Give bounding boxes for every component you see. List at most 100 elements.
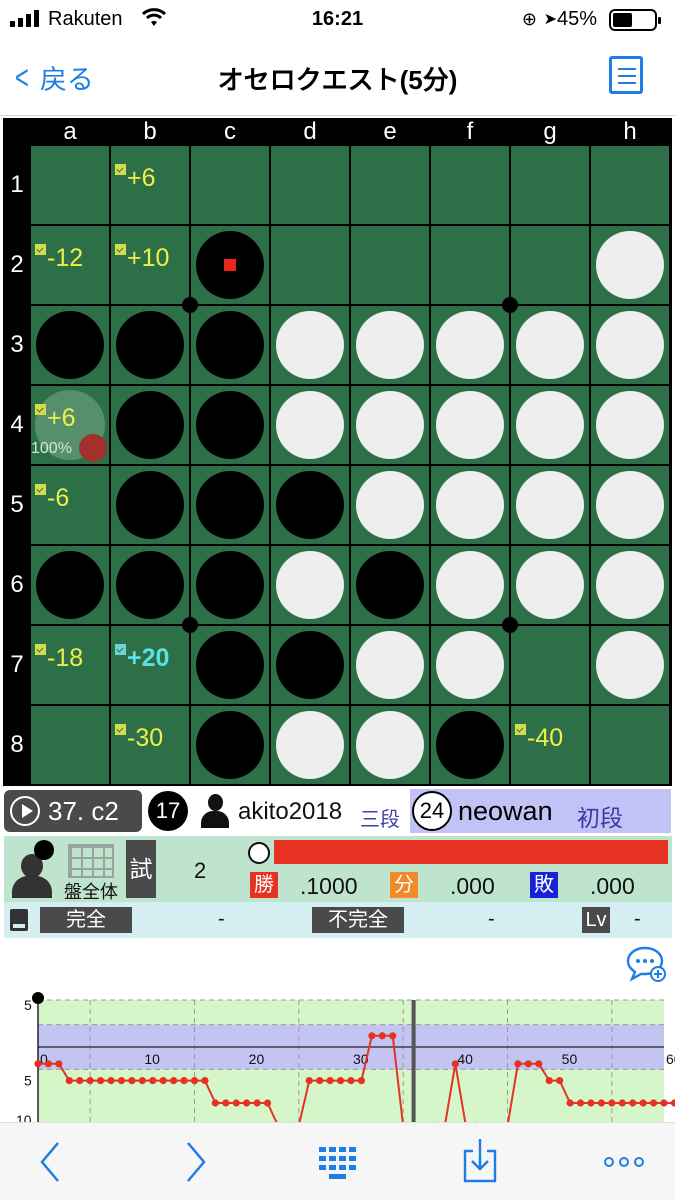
board-cell-d1[interactable] — [271, 146, 349, 224]
more-icon[interactable] — [602, 1123, 646, 1200]
board-cell-e3[interactable] — [351, 306, 429, 384]
notes-icon[interactable] — [609, 56, 643, 94]
board-cell-c8[interactable] — [191, 706, 269, 784]
board-cell-b6[interactable] — [111, 546, 189, 624]
board-cell-g7[interactable] — [511, 626, 589, 704]
board-cell-g6[interactable] — [511, 546, 589, 624]
board-cell-c4[interactable] — [191, 386, 269, 464]
board-cell-g4[interactable] — [511, 386, 589, 464]
board-cell-c2[interactable] — [191, 226, 269, 304]
try-button[interactable]: 試 — [126, 840, 156, 898]
board-cell-g1[interactable] — [511, 146, 589, 224]
board-cell-d3[interactable] — [271, 306, 349, 384]
board-cell-h2[interactable] — [591, 226, 669, 304]
board-cell-c1[interactable] — [191, 146, 269, 224]
book-icon[interactable] — [10, 909, 28, 931]
white-turn-icon — [248, 842, 270, 864]
board-cell-a8[interactable] — [31, 706, 109, 784]
board-cell-d8[interactable] — [271, 706, 349, 784]
board-cell-b2[interactable]: +10 — [111, 226, 189, 304]
board-cell-f4[interactable] — [431, 386, 509, 464]
board-cell-b3[interactable] — [111, 306, 189, 384]
board-cell-g5[interactable] — [511, 466, 589, 544]
board-cell-a6[interactable] — [31, 546, 109, 624]
board-cell-b5[interactable] — [111, 466, 189, 544]
board-cell-b4[interactable] — [111, 386, 189, 464]
board-cell-c5[interactable] — [191, 466, 269, 544]
board-cell-c6[interactable] — [191, 546, 269, 624]
board-cell-h6[interactable] — [591, 546, 669, 624]
board-cell-e7[interactable] — [351, 626, 429, 704]
board-cell-d2[interactable] — [271, 226, 349, 304]
data-point — [576, 1099, 585, 1107]
x-tick-label: 20 — [249, 1051, 265, 1067]
board-cell-f8[interactable] — [431, 706, 509, 784]
board-cell-h7[interactable] — [591, 626, 669, 704]
level-button[interactable]: Lv — [582, 907, 610, 933]
board-cell-f5[interactable] — [431, 466, 509, 544]
board-cell-g3[interactable] — [511, 306, 589, 384]
board-cell-a4[interactable]: +6 100% — [31, 386, 109, 464]
board-grid-icon[interactable] — [68, 844, 114, 878]
board-cell-d6[interactable] — [271, 546, 349, 624]
board-cell-h4[interactable] — [591, 386, 669, 464]
win-badge: 勝 — [250, 872, 278, 898]
board-cell-d5[interactable] — [271, 466, 349, 544]
chat-add-icon[interactable] — [626, 946, 666, 982]
board-cell-e5[interactable] — [351, 466, 429, 544]
data-point — [44, 1060, 53, 1068]
white-disc — [356, 711, 424, 779]
data-point — [263, 1099, 272, 1107]
board-cell-h1[interactable] — [591, 146, 669, 224]
data-point — [336, 1077, 345, 1085]
board-cell-f2[interactable] — [431, 226, 509, 304]
battery-icon — [609, 9, 661, 31]
board-cell-h3[interactable] — [591, 306, 669, 384]
board-cell-h5[interactable] — [591, 466, 669, 544]
board-cell-f3[interactable] — [431, 306, 509, 384]
play-button[interactable]: 37. c2 — [4, 790, 142, 832]
board-cell-c3[interactable] — [191, 306, 269, 384]
data-point — [629, 1099, 637, 1107]
board-cell-f1[interactable] — [431, 146, 509, 224]
board-cell-e4[interactable] — [351, 386, 429, 464]
data-point — [211, 1099, 219, 1107]
data-point — [326, 1077, 334, 1085]
move-evaluation: -30 — [115, 724, 163, 753]
board-cell-d4[interactable] — [271, 386, 349, 464]
board-cell-f7[interactable] — [431, 626, 509, 704]
grid-label: 盤全体 — [64, 882, 118, 902]
chevron-right-icon[interactable] — [180, 1123, 210, 1200]
imperfect-button[interactable]: 不完全 — [312, 907, 404, 933]
board-cell-g2[interactable] — [511, 226, 589, 304]
board-cell-e1[interactable] — [351, 146, 429, 224]
board-cell-a3[interactable] — [31, 306, 109, 384]
board-cell-c7[interactable] — [191, 626, 269, 704]
board-cell-e6[interactable] — [351, 546, 429, 624]
board-cell-d7[interactable] — [271, 626, 349, 704]
perfect-button[interactable]: 完全 — [40, 907, 132, 933]
board-cell-b8[interactable]: -30 — [111, 706, 189, 784]
chevron-left-icon[interactable] — [36, 1123, 66, 1200]
keypad-icon[interactable] — [318, 1123, 358, 1200]
board-cell-h8[interactable] — [591, 706, 669, 784]
board-cell-a7[interactable]: -18 — [31, 626, 109, 704]
board-cell-a2[interactable]: -12 — [31, 226, 109, 304]
board-cell-a5[interactable]: -6 — [31, 466, 109, 544]
board-cell-b7[interactable]: +20 — [111, 626, 189, 704]
evaluation-chart[interactable]: 01020304050605510 — [0, 986, 675, 1122]
move-evaluation: -18 — [35, 644, 83, 673]
white-disc — [516, 551, 584, 619]
board-cell-f6[interactable] — [431, 546, 509, 624]
board-cell-b1[interactable]: +6 — [111, 146, 189, 224]
evaluation-value: +6 — [127, 164, 156, 192]
black-disc — [36, 311, 104, 379]
board-cell-a1[interactable] — [31, 146, 109, 224]
black-count: 17 — [148, 791, 188, 831]
x-tick-label: 50 — [562, 1051, 578, 1067]
black-disc — [276, 471, 344, 539]
board-cell-e8[interactable] — [351, 706, 429, 784]
board-cell-g8[interactable]: -40 — [511, 706, 589, 784]
download-icon[interactable] — [462, 1123, 498, 1200]
board-cell-e2[interactable] — [351, 226, 429, 304]
